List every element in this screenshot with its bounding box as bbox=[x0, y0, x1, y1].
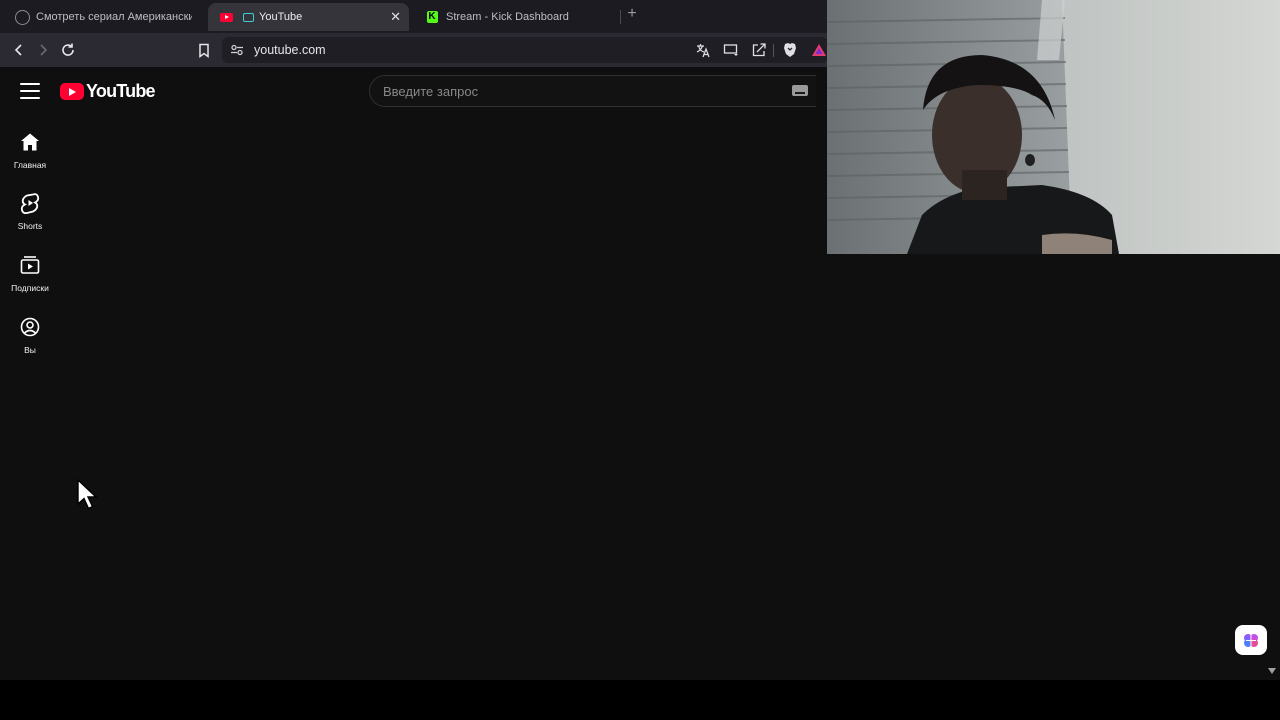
forward-button[interactable] bbox=[32, 39, 54, 61]
sidebar-item-you[interactable]: Вы bbox=[0, 315, 60, 369]
url-text: youtube.com bbox=[254, 43, 326, 57]
search-input[interactable] bbox=[383, 83, 763, 99]
browser-tab-active[interactable]: YouTube ✕ bbox=[208, 3, 409, 31]
sidebar-item-shorts[interactable]: Shorts bbox=[0, 191, 60, 245]
bottom-black-bar bbox=[0, 680, 1280, 720]
shorts-icon bbox=[18, 191, 42, 215]
bookmark-icon bbox=[199, 43, 209, 58]
kick-icon-letter: K bbox=[426, 11, 438, 23]
brave-shields-button[interactable] bbox=[780, 40, 800, 60]
sidebar-item-label: Подписки bbox=[11, 283, 49, 293]
keyboard-icon[interactable] bbox=[792, 85, 808, 96]
webcam-overlay bbox=[827, 0, 1280, 254]
cast-button[interactable] bbox=[721, 40, 741, 60]
cast-icon bbox=[723, 44, 738, 56]
tab-separator bbox=[620, 10, 621, 24]
menu-icon[interactable] bbox=[20, 83, 40, 99]
reload-button[interactable] bbox=[57, 39, 79, 61]
globe-icon bbox=[14, 9, 30, 25]
rewards-button[interactable] bbox=[809, 40, 829, 60]
toolbar-divider bbox=[773, 44, 774, 57]
sidebar-item-label: Shorts bbox=[17, 221, 43, 231]
webcam-feed-image bbox=[827, 0, 1280, 254]
tab-label: Смотреть сериал Американский па bbox=[36, 11, 192, 23]
sidebar-item-label: Вы bbox=[24, 345, 36, 355]
back-button[interactable] bbox=[8, 39, 30, 61]
ai-assistant-button[interactable] bbox=[1235, 625, 1267, 655]
translate-button[interactable] bbox=[693, 40, 713, 60]
forward-arrow-icon bbox=[40, 44, 48, 56]
audio-indicator-icon[interactable] bbox=[243, 12, 254, 22]
youtube-play-icon bbox=[60, 83, 84, 100]
browser-tab[interactable]: Смотреть сериал Американский па bbox=[4, 3, 202, 31]
subscriptions-icon bbox=[18, 253, 42, 277]
brain-icon bbox=[1244, 634, 1258, 647]
tab-label: Stream - Kick Dashboard bbox=[446, 11, 569, 23]
search-box[interactable] bbox=[369, 75, 816, 107]
tab-label: YouTube bbox=[259, 11, 303, 23]
new-tab-button[interactable]: + bbox=[624, 5, 640, 23]
site-settings-icon[interactable] bbox=[230, 43, 244, 57]
back-arrow-icon bbox=[14, 44, 22, 56]
close-tab-icon[interactable]: ✕ bbox=[390, 9, 401, 25]
sidebar-item-home[interactable]: Главная bbox=[0, 130, 60, 184]
mouse-cursor-icon bbox=[77, 479, 98, 510]
youtube-logo[interactable]: YouTube bbox=[60, 81, 156, 102]
home-icon bbox=[18, 130, 42, 154]
logo-text: YouTube bbox=[86, 81, 156, 101]
sidebar-item-label: Главная bbox=[13, 160, 47, 170]
lion-shield-icon bbox=[784, 43, 796, 57]
browser-tab[interactable]: K Stream - Kick Dashboard bbox=[414, 3, 614, 31]
rewards-triangle-icon bbox=[812, 44, 826, 56]
share-icon bbox=[752, 43, 766, 57]
share-button[interactable] bbox=[749, 40, 769, 60]
translate-icon bbox=[696, 44, 710, 58]
youtube-icon bbox=[218, 9, 234, 25]
you-icon bbox=[18, 315, 42, 339]
reload-icon bbox=[62, 43, 74, 56]
sidebar-item-subscriptions[interactable]: Подписки bbox=[0, 253, 60, 307]
scroll-down-arrow-icon[interactable] bbox=[1268, 668, 1276, 674]
bookmark-button[interactable] bbox=[193, 39, 215, 61]
kick-icon: K bbox=[424, 9, 440, 25]
